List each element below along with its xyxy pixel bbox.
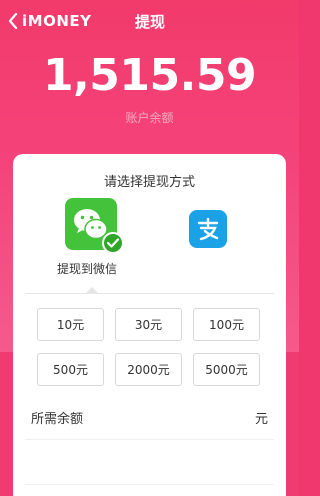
withdraw-card: 请选择提现方式 提现到微信 10元 30元 100元 500元 2000元 50… [13,154,286,496]
brand-name: iMONEY [22,12,92,30]
amount-option-30[interactable]: 30元 [115,308,182,341]
top-bar: iMONEY 提现 [0,0,299,44]
chevron-left-icon [6,10,20,32]
needed-balance-value: 元 [254,411,268,427]
selected-check-icon [102,232,124,254]
balance-amount: 1,515.59 [42,50,257,101]
amount-option-5000[interactable]: 5000元 [193,353,260,386]
wechat-pay-option[interactable]: 提现到微信 [57,198,157,284]
balance-label: 账户余额 [125,111,174,125]
wechat-pay-label: 提现到微信 [57,262,118,276]
needed-balance-label: 所需余额 [31,411,84,427]
alipay-icon [189,210,227,248]
amount-option-500[interactable]: 500元 [37,353,104,386]
withdraw-method-prompt: 请选择提现方式 [103,175,195,190]
amount-options: 10元 30元 100元 500元 2000元 5000元 [37,308,263,386]
page-title: 提现 [134,13,165,31]
amount-option-2000[interactable]: 2000元 [115,353,182,386]
amount-option-10[interactable]: 10元 [37,308,104,341]
divider [25,484,274,485]
alipay-option[interactable] [189,210,229,250]
divider [25,293,274,294]
divider [25,439,274,440]
back-button[interactable]: iMONEY [6,8,91,34]
needed-balance-row: 所需余额 元 [31,406,268,428]
amount-option-100[interactable]: 100元 [193,308,260,341]
